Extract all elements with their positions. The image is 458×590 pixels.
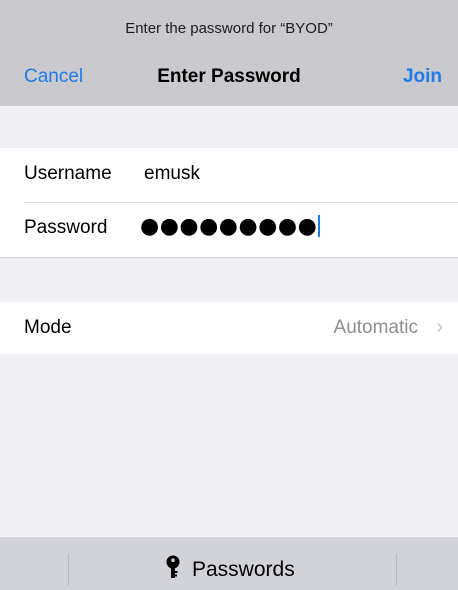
password-label: Password [24, 217, 108, 238]
username-label: Username [24, 163, 112, 184]
text-cursor [318, 215, 321, 237]
password-prompt: Enter the password for “BYOD” [125, 20, 333, 37]
cancel-button[interactable]: Cancel [24, 66, 83, 88]
chevron-right-icon: › [436, 316, 443, 338]
username-field[interactable] [144, 163, 434, 185]
credentials-group: Username Password ●●●●●●●●● [0, 148, 458, 258]
password-masked-value: ●●●●●●●●● [140, 214, 318, 239]
keyboard-accessory-bar: Passwords [0, 537, 458, 590]
mode-label: Mode [24, 317, 72, 338]
navigation-bar: Enter the password for “BYOD” Cancel Ent… [0, 0, 458, 106]
passwords-label: Passwords [192, 558, 295, 581]
password-row[interactable]: Password ●●●●●●●●● [0, 202, 458, 256]
mode-group: Mode Automatic › [0, 302, 458, 354]
join-button[interactable]: Join [403, 66, 442, 88]
right-divider [396, 554, 397, 586]
mode-value: Automatic [333, 317, 418, 338]
key-icon [166, 555, 180, 578]
left-divider [68, 554, 69, 586]
passwords-button[interactable]: Passwords [164, 555, 295, 582]
password-field[interactable]: ●●●●●●●●● [140, 214, 321, 239]
username-row[interactable]: Username [0, 148, 458, 202]
mode-row[interactable]: Mode Automatic › [0, 302, 458, 354]
